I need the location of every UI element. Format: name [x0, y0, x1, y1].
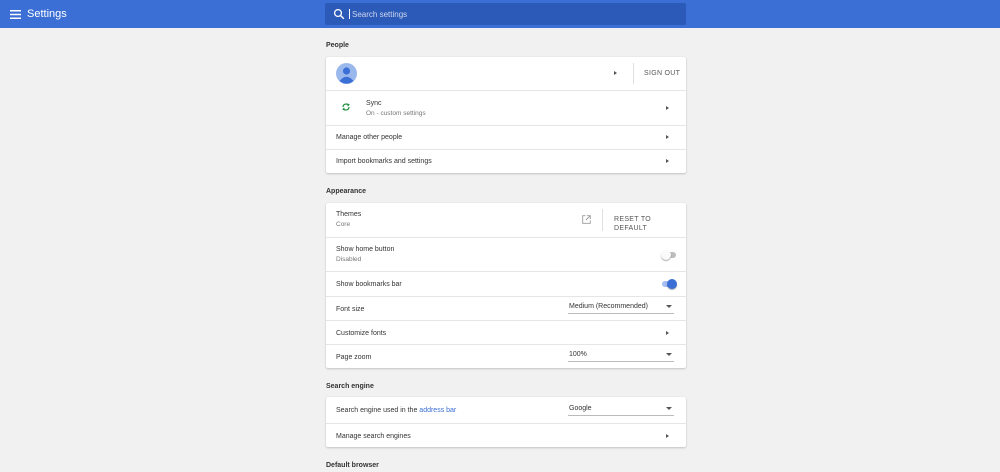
import-bookmarks-row[interactable]: Import bookmarks and settings	[326, 149, 686, 173]
home-button-row[interactable]: Show home button Disabled	[326, 237, 686, 271]
address-bar-link[interactable]: address bar	[419, 407, 456, 414]
import-bookmarks-label: Import bookmarks and settings	[336, 158, 432, 165]
home-button-toggle[interactable]	[661, 250, 677, 260]
section-title-default-browser: Default browser	[326, 462, 379, 469]
font-size-row: Font size Medium (Recommended)	[326, 296, 686, 320]
search-icon	[333, 8, 345, 20]
customize-fonts-label: Customize fonts	[336, 330, 387, 337]
manage-people-arrow-icon	[666, 135, 669, 139]
open-in-new-icon[interactable]	[582, 215, 591, 224]
divider	[602, 209, 603, 231]
customize-fonts-arrow-icon	[666, 331, 669, 335]
manage-search-engines-row[interactable]: Manage search engines	[326, 423, 686, 447]
page-zoom-row: Page zoom 100%	[326, 344, 686, 368]
sign-out-button[interactable]: SIGN OUT	[644, 69, 680, 78]
search-engine-label-text: Search engine used in the	[336, 407, 418, 414]
section-title-people: People	[326, 42, 349, 49]
search-engine-select[interactable]: Google	[568, 403, 674, 416]
themes-value: Core	[336, 221, 351, 228]
profile-row[interactable]: SIGN OUT	[326, 57, 686, 90]
import-arrow-icon	[666, 159, 669, 163]
avatar	[336, 63, 357, 84]
page-zoom-label: Page zoom	[336, 354, 372, 361]
appearance-card: Themes Core RESET TO DEFAULT Show home b…	[326, 203, 686, 368]
reset-to-default-button[interactable]: RESET TO DEFAULT	[614, 215, 686, 233]
main-menu-button[interactable]	[8, 7, 22, 21]
page-zoom-select[interactable]: 100%	[568, 349, 674, 362]
search-engine-label: Search engine used in the address bar	[336, 406, 456, 415]
manage-search-engines-arrow-icon	[666, 434, 669, 438]
dropdown-arrow-icon	[666, 305, 672, 308]
sync-row[interactable]: Sync On - custom settings	[326, 90, 686, 125]
top-app-bar: Settings	[0, 0, 1000, 28]
divider	[633, 63, 634, 84]
people-card: SIGN OUT Sync On - custom settings Manag…	[326, 57, 686, 173]
font-size-value: Medium (Recommended)	[569, 303, 648, 310]
sync-status: On - custom settings	[366, 110, 426, 117]
home-button-label: Show home button	[336, 246, 395, 253]
sync-label: Sync	[366, 100, 382, 107]
manage-other-people-label: Manage other people	[336, 134, 403, 141]
manage-search-engines-label: Manage search engines	[336, 433, 411, 440]
customize-fonts-row[interactable]: Customize fonts	[326, 320, 686, 344]
hamburger-menu-icon	[9, 9, 21, 19]
search-box[interactable]	[325, 3, 686, 25]
sync-icon	[342, 103, 350, 111]
page-zoom-value: 100%	[569, 351, 587, 358]
search-engine-value: Google	[569, 405, 592, 412]
search-engine-card: Search engine used in the address bar Go…	[326, 397, 686, 447]
font-size-select[interactable]: Medium (Recommended)	[568, 301, 674, 314]
bookmarks-bar-label: Show bookmarks bar	[336, 281, 402, 288]
search-engine-row: Search engine used in the address bar Go…	[326, 397, 686, 423]
app-title: Settings	[27, 8, 67, 20]
section-title-search-engine: Search engine	[326, 383, 374, 390]
dropdown-arrow-icon	[666, 353, 672, 356]
dropdown-arrow-icon	[666, 407, 672, 410]
manage-other-people-row[interactable]: Manage other people	[326, 125, 686, 149]
text-cursor	[349, 9, 350, 19]
section-title-appearance: Appearance	[326, 188, 367, 195]
toggle-knob	[661, 250, 671, 260]
toggle-knob	[667, 279, 677, 289]
font-size-label: Font size	[336, 306, 365, 313]
bookmarks-bar-row[interactable]: Show bookmarks bar	[326, 271, 686, 296]
sync-arrow-icon	[666, 106, 669, 110]
search-input[interactable]	[352, 3, 678, 25]
themes-label: Themes	[336, 211, 362, 218]
bookmarks-bar-toggle[interactable]	[661, 279, 677, 289]
profile-arrow-icon[interactable]	[614, 71, 617, 75]
home-button-status: Disabled	[336, 256, 362, 263]
themes-row[interactable]: Themes Core RESET TO DEFAULT	[326, 203, 686, 237]
